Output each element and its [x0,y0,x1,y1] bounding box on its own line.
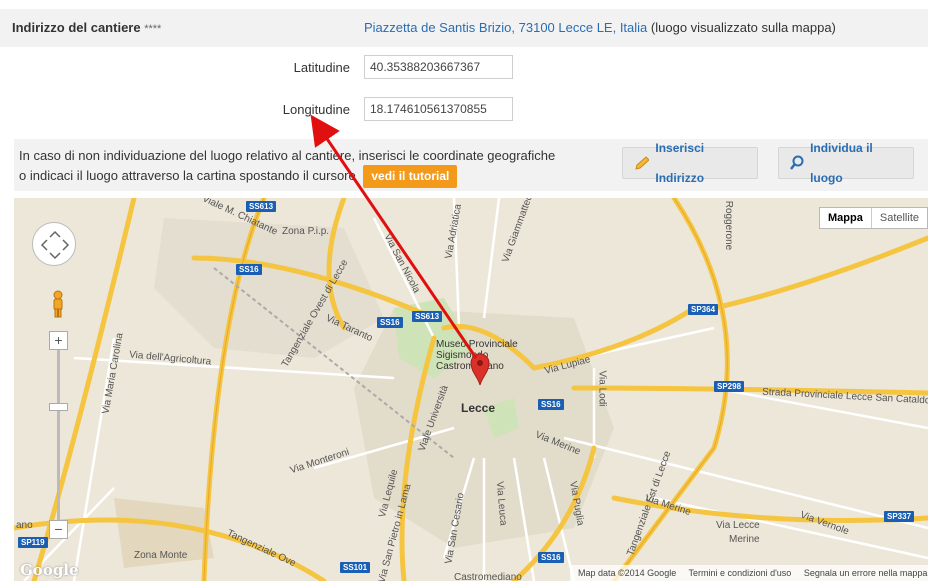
route-badge: SS613 [246,201,277,212]
road-label: Via Lecce [716,520,760,531]
tutorial-button[interactable]: vedi il tutorial [363,165,458,188]
locate-place-button[interactable]: Individua il luogo [778,141,914,185]
insert-address-label: Inserisci Indirizzo [655,141,705,185]
route-badge: SS16 [538,399,564,410]
address-label: Indirizzo del cantiere [12,20,141,35]
zoom-slider-track[interactable] [57,348,60,528]
longitude-label: Longitudine [282,102,350,117]
map[interactable]: Viale M. Chiatante Zona P.i.p. Via Adria… [14,198,928,581]
route-badge: SP298 [714,381,745,392]
road-label: Zona P.i.p. [282,226,330,237]
latitude-field[interactable] [364,55,513,79]
pan-control[interactable] [32,222,76,266]
pan-arrows-icon [40,230,70,260]
report-error-link[interactable]: Segnala un errore nella mappa [804,568,928,578]
address-row: Indirizzo del cantiere **** Piazzetta de… [0,9,928,47]
latitude-label: Latitudine [293,60,350,75]
route-badge: SS16 [377,317,403,328]
insert-address-button[interactable]: Inserisci Indirizzo [622,141,758,185]
zoom-slider-handle[interactable] [49,403,68,411]
map-type-control: Mappa Satellite [819,207,928,229]
terms-link[interactable]: Termini e condizioni d'uso [689,568,792,578]
route-badge: SS101 [340,562,371,573]
zoom-in-button[interactable]: + [49,331,68,350]
zoom-out-button[interactable]: − [49,520,68,539]
pencil-icon [635,156,650,170]
info-line-2: o indicaci il luogo attraverso la cartin… [19,168,356,183]
info-bar: In caso di non individuazione del luogo … [14,139,928,191]
search-icon [790,155,804,170]
city-label: Lecce [461,401,496,415]
map-marker-icon[interactable] [470,352,490,386]
address-value-cell: Piazzetta de Santis Brizio, 73100 Lecce … [354,9,928,47]
road-label: Roggerone [723,200,735,251]
info-line-1: In caso di non individuazione del luogo … [19,148,556,163]
route-badge: SP364 [688,304,719,315]
road-label: Castromediano [454,572,522,581]
address-note: (luogo visualizzato sulla mappa) [650,20,836,35]
road-label: Zona Monte [134,550,188,561]
longitude-field[interactable] [364,97,513,121]
address-link[interactable]: Piazzetta de Santis Brizio, 73100 Lecce … [364,20,647,35]
pegman-icon[interactable] [51,290,65,318]
map-type-map-button[interactable]: Mappa [820,208,872,228]
map-data-credit: Map data ©2014 Google [578,568,677,578]
museum-poi-label: Museo Provinciale Sigismondo Castromedia… [436,339,518,372]
route-badge: SS16 [538,552,564,563]
route-badge: SS16 [236,264,262,275]
google-logo: Google [20,561,79,579]
route-badge: SP337 [884,511,915,522]
required-stars: **** [144,23,162,35]
address-label-cell: Indirizzo del cantiere **** [0,9,354,47]
locate-place-label: Individua il luogo [810,141,873,185]
road-label: Merine [729,534,760,545]
map-footer: Map data ©2014 Google Termini e condizio… [570,565,928,581]
road-label: Via Lodi [596,370,608,407]
map-type-satellite-button[interactable]: Satellite [872,208,927,228]
route-badge: SP119 [18,537,48,548]
info-text: In caso di non individuazione del luogo … [19,146,609,188]
route-badge: SS613 [412,311,443,322]
road-label: ano [16,520,33,531]
